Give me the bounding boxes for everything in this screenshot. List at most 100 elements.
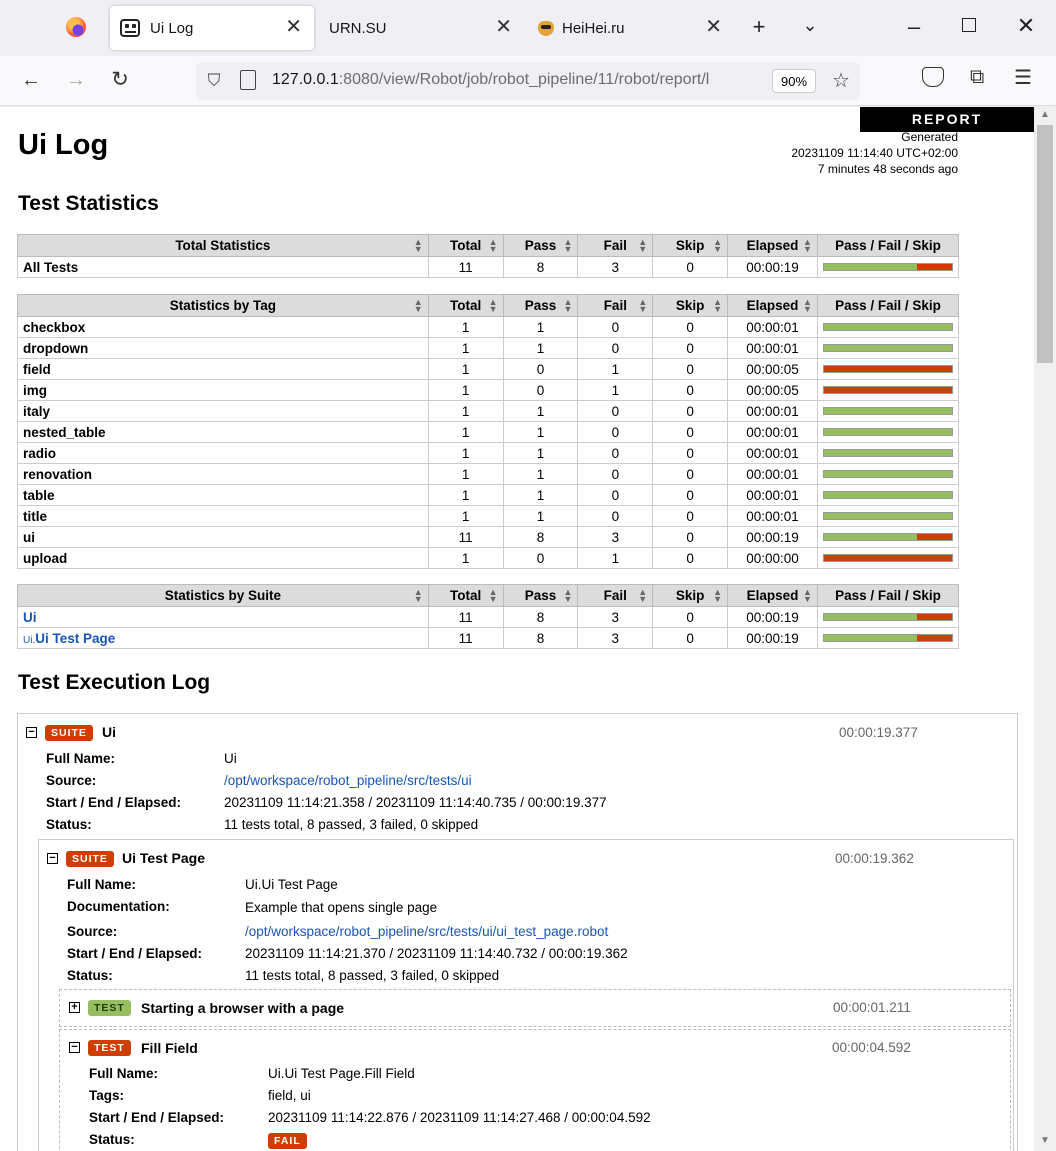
zoom-level[interactable]: 90% <box>772 69 816 93</box>
url-text[interactable]: 127.0.0.1:8080/view/Robot/job/robot_pipe… <box>272 71 752 89</box>
reload-icon[interactable]: ↻ <box>108 68 132 92</box>
column-header[interactable]: Fail ▲ ▼ <box>577 294 654 317</box>
test-name[interactable]: Fill Field <box>141 1040 198 1056</box>
table-row[interactable]: Ui 11 8 3 0 00:00:19 <box>17 606 960 628</box>
generated-ago: 7 minutes 48 seconds ago <box>817 162 958 176</box>
column-header[interactable]: Pass ▲ ▼ <box>502 294 579 317</box>
table-row[interactable]: All Tests 11 8 3 0 00:00:19 <box>17 256 960 278</box>
table-row[interactable]: nested_table 1 1 0 0 00:00:01 <box>17 421 960 443</box>
column-header[interactable]: Elapsed ▲ ▼ <box>727 234 818 257</box>
scroll-thumb[interactable] <box>1037 125 1053 363</box>
shield-icon[interactable]: ⛉ <box>204 71 224 91</box>
table-row[interactable]: field 1 0 1 0 00:00:05 <box>17 358 960 380</box>
sort-arrows-icon[interactable]: ▲ ▼ <box>638 298 647 314</box>
column-header[interactable]: Pass / Fail / Skip <box>816 584 960 607</box>
scroll-up-icon[interactable]: ▲ <box>1040 109 1050 120</box>
sort-arrows-icon[interactable]: ▲ ▼ <box>638 238 647 254</box>
sort-arrows-icon[interactable]: ▲ ▼ <box>414 588 423 604</box>
vertical-scrollbar[interactable]: ▲ ▼ <box>1034 107 1056 1151</box>
column-header[interactable]: Skip ▲ ▼ <box>652 584 729 607</box>
sort-arrows-icon[interactable]: ▲ ▼ <box>414 238 423 254</box>
sort-arrows-icon[interactable]: ▲ ▼ <box>564 298 573 314</box>
status-value: 11 tests total, 8 passed, 3 failed, 0 sk… <box>245 968 500 983</box>
row-name[interactable]: Ui <box>17 606 429 628</box>
source-link[interactable]: /opt/workspace/robot_pipeline/src/tests/… <box>245 924 608 939</box>
sort-arrows-icon[interactable]: ▲ ▼ <box>414 298 423 314</box>
sort-arrows-icon[interactable]: ▲ ▼ <box>803 298 812 314</box>
column-header[interactable]: Total ▲ ▼ <box>427 294 504 317</box>
tab-ui-log[interactable]: Ui Log ✕ <box>110 6 314 50</box>
tab-urn-su[interactable]: URN.SU ✕ <box>320 6 524 50</box>
sort-arrows-icon[interactable]: ▲ ▼ <box>563 238 572 254</box>
suite-name[interactable]: Ui Test Page <box>122 850 205 866</box>
chevron-down-icon[interactable]: ⌄ <box>800 14 820 36</box>
back-arrow-icon[interactable]: ← <box>19 68 43 92</box>
tab-heihei[interactable]: HeiHei.ru ✕ <box>530 6 734 50</box>
column-header[interactable]: Statistics by Suite ▲ ▼ <box>17 584 429 607</box>
table-row[interactable]: upload 1 0 1 0 00:00:00 <box>17 547 960 569</box>
table-row[interactable]: renovation 1 1 0 0 00:00:01 <box>17 463 960 485</box>
column-header[interactable]: Pass / Fail / Skip <box>816 294 960 317</box>
expand-toggle-icon[interactable]: + <box>69 1002 80 1013</box>
column-header[interactable]: Elapsed ▲ ▼ <box>727 584 818 607</box>
sort-arrows-icon[interactable]: ▲ ▼ <box>803 238 812 254</box>
column-header[interactable]: Total ▲ ▼ <box>427 234 504 257</box>
table-row[interactable]: Ui.Ui Test Page 11 8 3 0 00:00:19 <box>17 627 960 649</box>
status-label: Status: <box>67 968 113 983</box>
sort-arrows-icon[interactable]: ▲ ▼ <box>713 238 722 254</box>
collapse-toggle-icon[interactable]: − <box>69 1042 80 1053</box>
close-tab-icon[interactable]: ✕ <box>495 17 512 37</box>
column-header[interactable]: Pass ▲ ▼ <box>502 234 579 257</box>
close-tab-icon[interactable]: ✕ <box>705 17 722 37</box>
collapse-toggle-icon[interactable]: − <box>47 853 58 864</box>
bookmark-star-icon[interactable]: ☆ <box>830 69 852 93</box>
column-header[interactable]: Fail ▲ ▼ <box>577 584 654 607</box>
source-link[interactable]: /opt/workspace/robot_pipeline/src/tests/… <box>224 773 472 788</box>
test-name[interactable]: Starting a browser with a page <box>141 1000 344 1016</box>
sort-arrows-icon[interactable]: ▲ ▼ <box>638 588 647 604</box>
suite-link[interactable]: Ui Test Page <box>35 631 115 646</box>
suite-link[interactable]: Ui <box>23 610 37 625</box>
hamburger-menu-icon[interactable]: ☰ <box>1014 65 1032 90</box>
row-name[interactable]: Ui.Ui Test Page <box>17 627 429 649</box>
window-close-icon[interactable]: ✕ <box>1016 15 1036 37</box>
table-row[interactable]: radio 1 1 0 0 00:00:01 <box>17 442 960 464</box>
new-tab-plus-icon[interactable]: + <box>748 16 770 38</box>
column-header[interactable]: Skip ▲ ▼ <box>652 234 729 257</box>
suite-name[interactable]: Ui <box>102 724 116 740</box>
sort-arrows-icon[interactable]: ▲ ▼ <box>563 588 572 604</box>
column-header[interactable]: Pass / Fail / Skip <box>816 234 960 257</box>
pass-segment <box>823 264 918 270</box>
maximize-icon[interactable] <box>962 18 976 32</box>
table-row[interactable]: ui 11 8 3 0 00:00:19 <box>17 526 960 548</box>
sort-arrows-icon[interactable]: ▲ ▼ <box>803 588 812 604</box>
collapse-toggle-icon[interactable]: − <box>26 727 37 738</box>
page-icon[interactable] <box>240 70 256 90</box>
scroll-down-icon[interactable]: ▼ <box>1040 1135 1050 1146</box>
column-header[interactable]: Pass ▲ ▼ <box>502 584 579 607</box>
column-header[interactable]: Total ▲ ▼ <box>427 584 504 607</box>
sort-arrows-icon[interactable]: ▲ ▼ <box>489 238 498 254</box>
sort-arrows-icon[interactable]: ▲ ▼ <box>713 298 722 314</box>
table-row[interactable]: dropdown 1 1 0 0 00:00:01 <box>17 337 960 359</box>
close-tab-icon[interactable]: ✕ <box>285 17 302 37</box>
column-header[interactable]: Elapsed ▲ ▼ <box>727 294 818 317</box>
table-row[interactable]: title 1 1 0 0 00:00:01 <box>17 505 960 527</box>
table-row[interactable]: img 1 0 1 0 00:00:05 <box>17 379 960 401</box>
forward-arrow-icon[interactable]: → <box>64 68 88 92</box>
sort-arrows-icon[interactable]: ▲ ▼ <box>489 588 498 604</box>
table-row[interactable]: table 1 1 0 0 00:00:01 <box>17 484 960 506</box>
table-row[interactable]: checkbox 1 1 0 0 00:00:01 <box>17 316 960 338</box>
sort-arrows-icon[interactable]: ▲ ▼ <box>713 588 722 604</box>
column-header[interactable]: Statistics by Tag ▲ ▼ <box>17 294 429 317</box>
table-row[interactable]: italy 1 1 0 0 00:00:01 <box>17 400 960 422</box>
pocket-icon[interactable] <box>922 67 944 87</box>
column-header[interactable]: Fail ▲ ▼ <box>577 234 654 257</box>
url-bar[interactable]: ⛉ 127.0.0.1:8080/view/Robot/job/robot_pi… <box>196 62 860 100</box>
extensions-icon[interactable]: ⧉ <box>970 66 984 89</box>
firefox-icon[interactable] <box>66 17 86 37</box>
column-header[interactable]: Total Statistics ▲ ▼ <box>17 234 429 257</box>
sort-arrows-icon[interactable]: ▲ ▼ <box>489 298 498 314</box>
column-header[interactable]: Skip ▲ ▼ <box>652 294 729 317</box>
minimize-icon[interactable]: – <box>906 16 922 38</box>
